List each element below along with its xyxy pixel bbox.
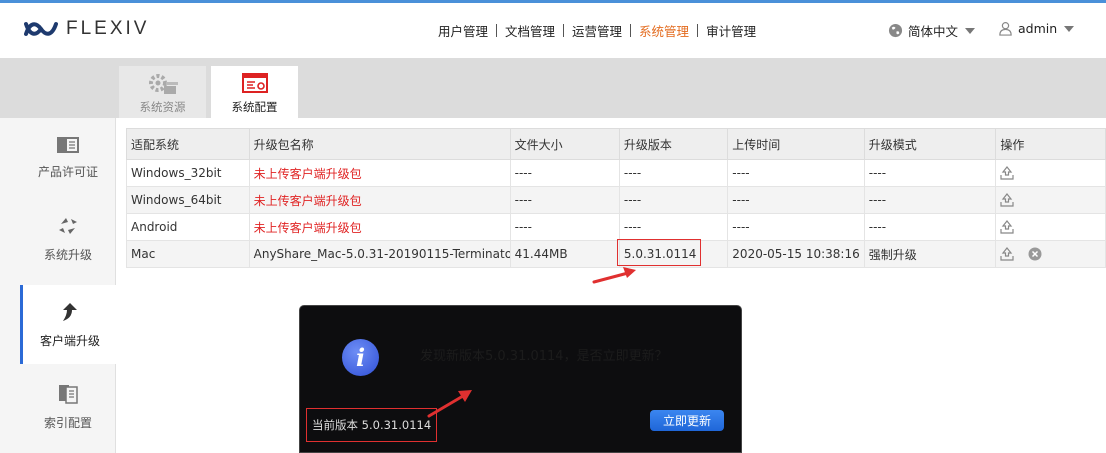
column-header: 升级版本 [618, 128, 729, 160]
index-docs-icon [59, 384, 78, 404]
top-header: FLEXIV 用户管理 文档管理 运营管理 系统管理 审计管理 简体中文 adm… [0, 3, 1106, 58]
nav-user-management[interactable]: 用户管理 [430, 21, 496, 40]
upload-icon[interactable] [1000, 247, 1014, 261]
cell-system: Windows_64bit [126, 186, 250, 214]
user-name: admin [1018, 21, 1058, 36]
sidebar: 产品许可证 系统升级 客户端升级 索引配置 [0, 118, 117, 453]
user-menu[interactable]: admin [998, 21, 1075, 36]
brand-name: FLEXIV [66, 18, 150, 39]
cell-version: ---- [618, 186, 729, 214]
cell-time: 2020-05-15 10:38:16 [727, 240, 865, 268]
upload-icon[interactable] [1000, 220, 1014, 234]
chevron-down-icon [965, 27, 976, 34]
cell-size: ---- [509, 213, 620, 241]
table-header-row: 适配系统 升级包名称 文件大小 升级版本 上传时间 升级模式 操作 [126, 128, 1106, 160]
config-window-icon [241, 73, 268, 93]
column-header: 上传时间 [727, 128, 865, 160]
sidebar-item-product-license[interactable]: 产品许可证 [20, 118, 116, 197]
nav-document-management[interactable]: 文档管理 [497, 21, 563, 40]
cell-package: 未上传客户端升级包 [248, 186, 511, 214]
cell-system: Windows_32bit [126, 159, 250, 187]
annotation-arrow-icon [592, 267, 636, 284]
cell-mode: ---- [863, 213, 997, 241]
sidebar-item-client-upgrade[interactable]: 客户端升级 [20, 285, 117, 364]
tab-label: 系统配置 [231, 100, 278, 114]
tab-label: 系统资源 [139, 100, 186, 114]
cell-system: Mac [126, 240, 250, 268]
nav-operations-management[interactable]: 运营管理 [564, 21, 630, 40]
delete-circle-icon[interactable] [1028, 247, 1042, 261]
nav-system-management[interactable]: 系统管理 [631, 21, 697, 40]
current-version-label: 当前版本 5.0.31.0114 [306, 408, 438, 442]
chevron-down-icon [1064, 25, 1075, 32]
sidebar-item-index-config[interactable]: 索引配置 [20, 367, 116, 446]
sidebar-item-system-upgrade[interactable]: 系统升级 [20, 199, 116, 278]
language-label: 简体中文 [908, 24, 959, 39]
cell-time: ---- [727, 186, 865, 214]
table-row: Android 未上传客户端升级包 ---- ---- ---- ---- [126, 213, 1106, 241]
upload-arrow-icon [63, 302, 77, 321]
table-row: Windows_32bit 未上传客户端升级包 ---- ---- ---- -… [126, 159, 1106, 187]
top-nav: 用户管理 文档管理 运营管理 系统管理 审计管理 [430, 21, 764, 40]
nav-audit-management[interactable]: 审计管理 [698, 21, 764, 40]
tab-system-config[interactable]: 系统配置 [211, 66, 298, 118]
column-header: 文件大小 [509, 128, 620, 160]
column-header: 升级模式 [863, 128, 997, 160]
cell-version: ---- [618, 159, 729, 187]
version-highlight-box [617, 239, 701, 266]
table-row: Windows_64bit 未上传客户端升级包 ---- ---- ---- -… [126, 186, 1106, 214]
cell-actions [995, 240, 1106, 268]
cell-package: 未上传客户端升级包 [248, 213, 511, 241]
client-upgrade-table: 适配系统 升级包名称 文件大小 升级版本 上传时间 升级模式 操作 Window… [126, 128, 1106, 268]
column-header: 适配系统 [126, 128, 250, 160]
cell-time: ---- [727, 213, 865, 241]
cell-package: 未上传客户端升级包 [248, 159, 511, 187]
cell-actions [995, 213, 1106, 241]
user-icon [999, 21, 1012, 36]
flexiv-logo-icon [24, 22, 58, 36]
cell-time: ---- [727, 159, 865, 187]
column-header: 升级包名称 [248, 128, 511, 160]
cell-actions [995, 186, 1106, 214]
brand-logo[interactable]: FLEXIV [24, 17, 149, 41]
gears-icon [148, 74, 178, 94]
cell-actions [995, 159, 1106, 187]
sidebar-item-label: 索引配置 [43, 415, 92, 430]
info-icon: i [342, 339, 379, 376]
sidebar-item-label: 产品许可证 [37, 164, 98, 179]
update-dialog: i 发现新版本5.0.31.0114，是否立即更新？ 当前版本 5.0.31.0… [299, 305, 742, 453]
upload-icon[interactable] [1000, 166, 1014, 180]
cell-mode: ---- [863, 159, 997, 187]
annotation-arrow-icon [427, 390, 472, 418]
cell-size: 41.44MB [509, 240, 620, 268]
tab-system-resources[interactable]: 系统资源 [119, 66, 206, 118]
update-message: 发现新版本5.0.31.0114，是否立即更新？ [420, 349, 668, 364]
language-selector[interactable]: 简体中文 [888, 21, 976, 40]
cell-size: ---- [509, 159, 620, 187]
cell-package: AnyShare_Mac-5.0.31-20190115-Terminator-… [248, 240, 511, 268]
update-now-button[interactable]: 立即更新 [650, 410, 724, 431]
upload-icon[interactable] [1000, 193, 1014, 207]
sidebar-item-label: 客户端升级 [39, 333, 100, 348]
cell-mode: ---- [863, 186, 997, 214]
sidebar-item-label: 系统升级 [43, 247, 92, 262]
table-row: Mac AnyShare_Mac-5.0.31-20190115-Termina… [126, 240, 1106, 268]
module-tab-bar: 系统资源 系统配置 [0, 58, 1106, 118]
recycle-arrows-icon [59, 217, 77, 234]
column-header: 操作 [995, 128, 1106, 160]
cell-size: ---- [509, 186, 620, 214]
cell-system: Android [126, 213, 250, 241]
cell-version: ---- [618, 213, 729, 241]
cell-mode: 强制升级 [863, 240, 997, 268]
book-icon [57, 136, 79, 153]
globe-icon [888, 23, 903, 38]
